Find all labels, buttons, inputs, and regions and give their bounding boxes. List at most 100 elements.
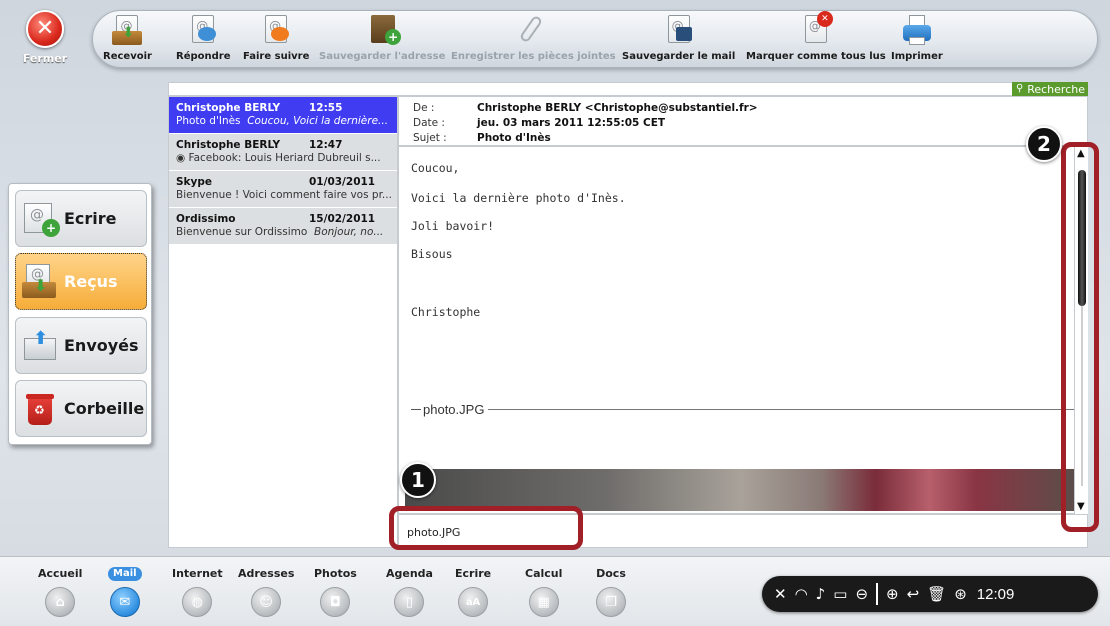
volume-icon[interactable]: ♪	[816, 585, 826, 603]
nav-item-trash[interactable]: ♻ Corbeille	[15, 380, 147, 437]
dock-item-write[interactable]: Ecrire aA	[455, 567, 491, 617]
reply-icon: @	[186, 13, 220, 47]
dock-item-docs[interactable]: Docs ❐	[596, 567, 626, 617]
attachment-separator-label: photo.JPG	[423, 402, 485, 417]
mark-all-read-button[interactable]: @ ✕ Marquer comme tous lus	[746, 11, 886, 62]
body-line: Coucou,	[411, 161, 460, 175]
dock-item-internet[interactable]: Internet ◍	[172, 567, 223, 617]
message-subject: Photo d'Inès	[176, 115, 241, 127]
dock-item-contacts[interactable]: Adresses ☺	[238, 567, 294, 617]
dock-item-agenda[interactable]: Agenda ▯	[386, 567, 433, 617]
inbox-receive-icon: @ ⬇	[110, 13, 144, 47]
dock-item-home[interactable]: Accueil ⌂	[38, 567, 82, 617]
camera-icon: ◘	[320, 587, 351, 617]
message-subject: Bienvenue sur Ordissimo	[176, 226, 308, 238]
main-toolbar: @ ⬇ Recevoir @ Répondre @ Faire suivre +…	[92, 10, 1098, 68]
from-label: De :	[413, 102, 435, 114]
message-preview: Bonjour, no...	[313, 226, 384, 238]
nav-item-compose[interactable]: @ + Ecrire	[15, 190, 147, 247]
body-line: Bisous	[411, 247, 453, 261]
close-button[interactable]: ✕ Fermer	[10, 10, 80, 70]
nav-item-inbox[interactable]: @ ⬇ Reçus	[15, 253, 147, 310]
forward-icon: @	[259, 13, 293, 47]
dock-item-calculator[interactable]: Calcul ▦	[525, 567, 562, 617]
receive-button[interactable]: @ ⬇ Recevoir	[103, 13, 152, 62]
body-line: Voici la dernière photo d'Inès.	[411, 191, 626, 205]
print-button[interactable]: Imprimer	[891, 13, 943, 62]
save-attachments-button[interactable]: Enregistrer les pièces jointes	[451, 13, 616, 62]
calculator-icon: ▦	[528, 587, 559, 617]
message-list-item[interactable]: Skype 01/03/2011 Bienvenue ! Voici comme…	[169, 171, 397, 208]
home-icon: ⌂	[45, 587, 76, 617]
message-preview: Coucou, Voici la dernière...	[247, 115, 389, 127]
callout-box-scrollbar	[1061, 142, 1099, 532]
message-sender: Christophe BERLY	[176, 139, 281, 151]
date-value: jeu. 03 mars 2011 12:55:05 CET	[477, 117, 666, 129]
message-list: Christophe BERLY 12:55 Photo d'Inès Couc…	[168, 96, 398, 548]
search-input[interactable]	[169, 83, 1009, 95]
trash-icon: ♻	[22, 391, 58, 427]
mark-read-icon: @ ✕	[799, 11, 833, 47]
callout-number-1: 1	[400, 462, 436, 498]
trash-icon[interactable]: 🗑	[927, 585, 946, 603]
from-value: Christophe BERLY <Christophe@substantiel…	[477, 102, 758, 114]
zoom-out-icon[interactable]: ⊖	[855, 585, 868, 603]
back-icon[interactable]: ↩	[907, 585, 920, 603]
contacts-icon: ☺	[251, 587, 282, 617]
attached-photo	[405, 469, 1077, 511]
compose-icon: @ +	[22, 201, 60, 237]
callout-box-attachment	[389, 506, 583, 550]
help-icon[interactable]: ⊛	[954, 585, 967, 603]
documents-icon: ❐	[596, 587, 626, 617]
system-tray: ✕ ◠ ♪ ▭ ⊖ ⊕ ↩ 🗑 ⊛ 12:09	[762, 576, 1098, 612]
message-header: De : Christophe BERLY <Christophe@substa…	[398, 96, 1088, 146]
calendar-icon: ▯	[394, 587, 425, 617]
message-date: 15/02/2011	[309, 213, 376, 225]
nav-item-sent[interactable]: ⬆ Envoyés	[15, 317, 147, 374]
zoom-in-icon[interactable]: ⊕	[886, 585, 899, 603]
close-icon: ✕	[26, 10, 64, 48]
message-sender: Ordissimo	[176, 213, 236, 225]
close-label: Fermer	[22, 52, 68, 65]
subject-label: Sujet :	[413, 132, 447, 144]
search-bar: ⚲ Recherche	[168, 82, 1088, 96]
body-line: Joli bavoir!	[411, 219, 495, 233]
tray-divider	[876, 583, 879, 605]
message-date: 12:55	[309, 102, 343, 114]
body-line: Christophe	[411, 305, 481, 319]
message-list-item[interactable]: Christophe BERLY 12:55 Photo d'Inès Couc…	[169, 97, 397, 134]
search-button[interactable]: ⚲ Recherche	[1012, 82, 1088, 96]
message-list-item[interactable]: Ordissimo 15/02/2011 Bienvenue sur Ordis…	[169, 208, 397, 245]
message-date: 12:47	[309, 139, 343, 151]
message-date: 01/03/2011	[309, 176, 376, 188]
folder-nav: @ + Ecrire @ ⬇ Reçus ⬆ Envoyés ♻ Corbeil…	[8, 183, 152, 445]
callout-number-2: 2	[1026, 126, 1062, 162]
sent-icon: ⬆	[22, 328, 58, 364]
save-mail-icon: @	[662, 13, 696, 47]
tools-icon[interactable]: ✕	[774, 585, 787, 603]
message-list-item[interactable]: Christophe BERLY 12:47 ◉ Facebook: Louis…	[169, 134, 397, 171]
save-address-button[interactable]: + Sauvegarder l'adresse	[319, 13, 445, 62]
message-subject: Bienvenue ! Voici comment faire vos pr..…	[176, 189, 391, 201]
save-mail-button[interactable]: @ Sauvegarder le mail	[622, 13, 735, 62]
dock-item-photos[interactable]: Photos ◘	[314, 567, 357, 617]
paperclip-icon	[516, 13, 550, 47]
dock-item-mail[interactable]: Mail ✉	[108, 567, 142, 617]
globe-icon: ◍	[182, 587, 213, 617]
text-icon: aA	[458, 587, 489, 617]
attachment-separator: photo.JPG	[411, 402, 1079, 417]
message-sender: Skype	[176, 176, 213, 188]
subject-value: Photo d'Inès	[477, 132, 551, 144]
reply-button[interactable]: @ Répondre	[176, 13, 231, 62]
message-sender: Christophe BERLY	[176, 102, 281, 114]
wifi-icon[interactable]: ◠	[795, 585, 808, 603]
search-button-label: Recherche	[1027, 82, 1085, 96]
inbox-icon: @ ⬇	[22, 263, 58, 300]
message-subject: ◉ Facebook: Louis Heriard Dubreuil s...	[176, 152, 381, 164]
forward-button[interactable]: @ Faire suivre	[243, 13, 309, 62]
mail-icon: ✉	[109, 587, 140, 617]
save-address-icon: +	[365, 13, 402, 47]
battery-icon[interactable]: ▭	[833, 585, 847, 603]
date-label: Date :	[413, 117, 445, 129]
message-body: Coucou, Voici la dernière photo d'Inès. …	[398, 146, 1088, 514]
